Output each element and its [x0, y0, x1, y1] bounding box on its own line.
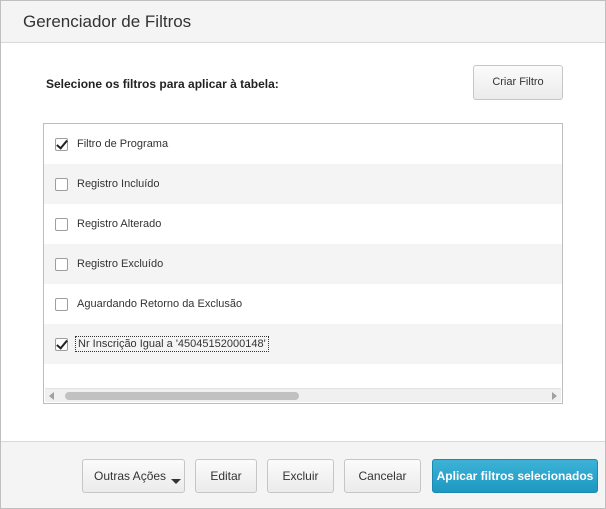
- filter-label: Nr Inscrição Igual a '45045152000148': [75, 336, 269, 352]
- scrollbar-thumb[interactable]: [65, 392, 299, 400]
- checkbox[interactable]: [55, 177, 68, 191]
- filter-label: Aguardando Retorno da Exclusão: [77, 298, 243, 310]
- horizontal-scrollbar[interactable]: [45, 388, 561, 402]
- checkbox[interactable]: [55, 217, 68, 231]
- filter-row-included[interactable]: Registro Incluído: [44, 164, 562, 204]
- filter-row-altered[interactable]: Registro Alterado: [44, 204, 562, 244]
- instruction-label: Selecione os filtros para aplicar à tabe…: [46, 77, 279, 91]
- checkbox-checked[interactable]: [55, 137, 68, 151]
- scroll-left-icon[interactable]: [49, 392, 54, 400]
- checkbox[interactable]: [55, 257, 68, 271]
- edit-button[interactable]: Editar: [195, 459, 257, 493]
- filter-label: Filtro de Programa: [77, 138, 169, 150]
- filter-row-awaiting-return[interactable]: Aguardando Retorno da Exclusão: [44, 284, 562, 324]
- create-filter-button[interactable]: Criar Filtro: [473, 65, 563, 100]
- caret-down-icon: [171, 479, 181, 484]
- filter-list: Filtro de Programa Registro Incluído Reg…: [43, 123, 563, 404]
- apply-filters-button[interactable]: Aplicar filtros selecionados: [432, 459, 598, 493]
- filter-row-program[interactable]: Filtro de Programa: [44, 124, 562, 164]
- filter-label: Registro Alterado: [77, 218, 162, 230]
- dialog-title: Gerenciador de Filtros: [23, 12, 192, 31]
- more-actions-label: Outras Ações: [94, 469, 167, 483]
- cancel-button[interactable]: Cancelar: [344, 459, 421, 493]
- filter-label: Registro Excluído: [77, 258, 164, 270]
- checkbox[interactable]: [55, 297, 68, 311]
- filter-label: Registro Incluído: [77, 178, 160, 190]
- delete-button[interactable]: Excluir: [267, 459, 334, 493]
- more-actions-button[interactable]: Outras Ações: [82, 459, 185, 493]
- scroll-right-icon[interactable]: [552, 392, 557, 400]
- filter-manager-dialog: Gerenciador de Filtros Selecione os filt…: [0, 0, 606, 509]
- filter-row-deleted[interactable]: Registro Excluído: [44, 244, 562, 284]
- filter-row-inscription[interactable]: Nr Inscrição Igual a '45045152000148': [44, 324, 562, 364]
- dialog-header: Gerenciador de Filtros: [1, 1, 605, 43]
- dialog-footer: Outras Ações Editar Excluir Cancelar Apl…: [1, 441, 605, 508]
- checkbox-checked[interactable]: [55, 337, 68, 351]
